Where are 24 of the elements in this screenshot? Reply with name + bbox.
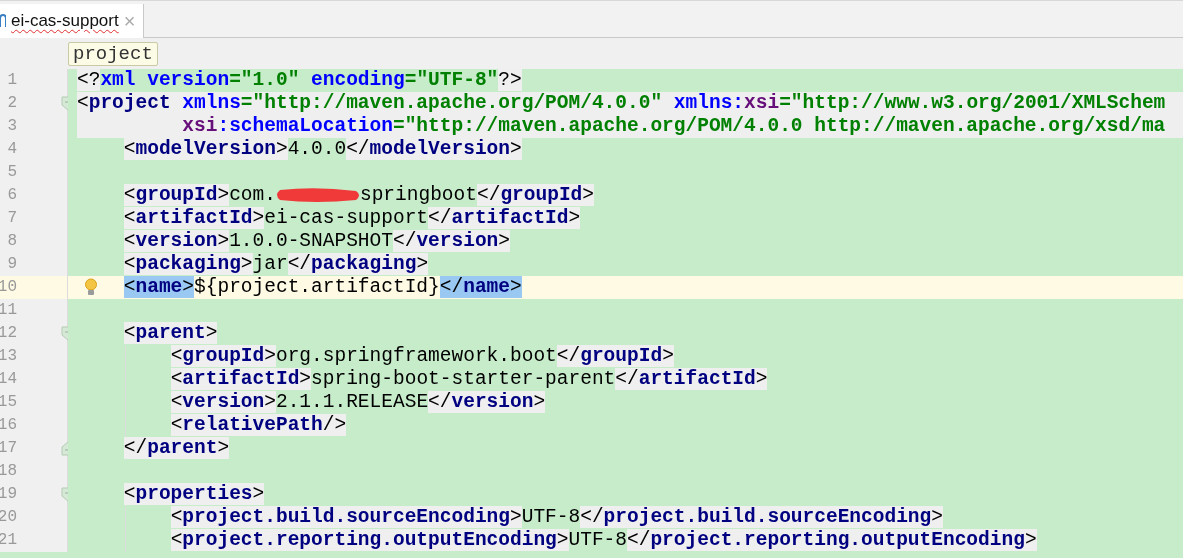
code-line: <groupId>com. springboot</groupId>: [122, 184, 594, 207]
line-number: 8: [7, 232, 17, 251]
code-line: <?xml version="1.0" encoding="UTF-8"?>: [77, 69, 522, 92]
code-line: <name>${project.artifactId}</name>: [122, 276, 522, 299]
line-number: 6: [7, 186, 17, 205]
editor-tab[interactable]: ei-cas-support ×: [0, 4, 145, 38]
code-line: <project.build.sourceEncoding>UTF-8</project.build.sourceEncoding>: [169, 506, 943, 529]
line-number: 2: [7, 94, 17, 113]
code-line: <modelVersion>4.0.0</modelVersion>: [122, 138, 522, 161]
code-line: <groupId>org.springframework.boot</groupId>: [169, 345, 674, 368]
line-number: 3: [7, 117, 17, 136]
line-number: 5: [7, 163, 17, 182]
code-line: <artifactId>ei-cas-support</artifactId>: [122, 207, 581, 230]
line-number: 9: [7, 255, 17, 274]
file-icon: [0, 14, 6, 28]
code-line: <project.reporting.outputEncoding>UTF-8</project.reporting.outputEncoding>: [169, 529, 1037, 552]
breadcrumb-tooltip[interactable]: project: [68, 41, 158, 66]
code-line: <version>2.1.1.RELEASE</version>: [169, 391, 546, 414]
code-line: <version>1.0.0-SNAPSHOT</version>: [122, 230, 510, 253]
line-number: 4: [7, 140, 17, 159]
code-line: <artifactId>spring-boot-starter-parent</artifactId>: [169, 368, 768, 391]
code-line: <packaging>jar</packaging>: [122, 253, 429, 276]
line-number: 7: [7, 209, 17, 228]
line-number: 1: [7, 71, 17, 90]
